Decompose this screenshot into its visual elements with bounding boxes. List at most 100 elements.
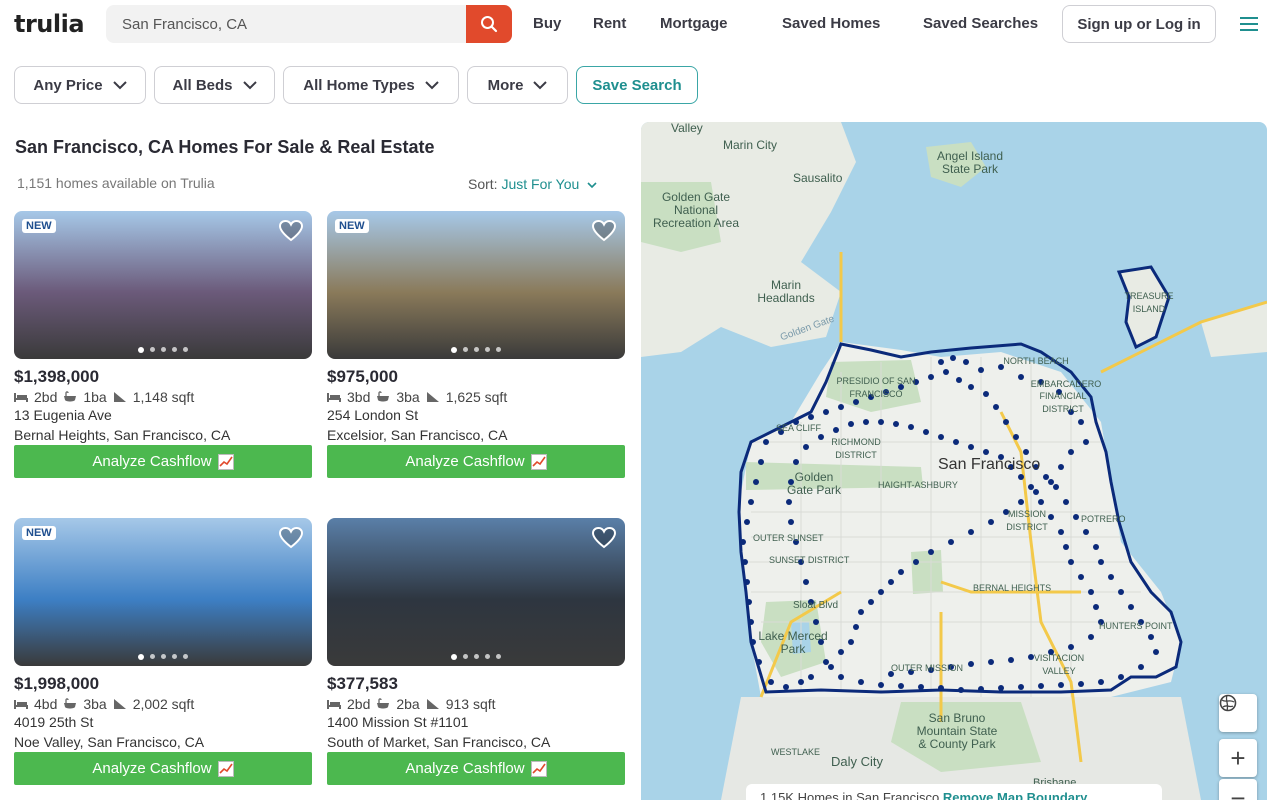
listing-photo[interactable]: NEW — [327, 211, 625, 359]
map-pin[interactable] — [893, 421, 899, 427]
map-pin[interactable] — [878, 682, 884, 688]
map-pin[interactable] — [1073, 514, 1079, 520]
map-pin[interactable] — [1118, 674, 1124, 680]
map-pin[interactable] — [983, 391, 989, 397]
map-pin[interactable] — [898, 683, 904, 689]
map-pin[interactable] — [748, 619, 754, 625]
map-pin[interactable] — [1148, 634, 1154, 640]
heart-icon[interactable] — [278, 526, 304, 550]
map-pin[interactable] — [744, 519, 750, 525]
map-pin[interactable] — [983, 449, 989, 455]
map-pin[interactable] — [898, 569, 904, 575]
map-pin[interactable] — [742, 559, 748, 565]
map-pin[interactable] — [748, 499, 754, 505]
map-pin[interactable] — [1008, 657, 1014, 663]
map-pin[interactable] — [833, 427, 839, 433]
map-pin[interactable] — [1023, 449, 1029, 455]
map-pin[interactable] — [746, 599, 752, 605]
map-pin[interactable] — [923, 429, 929, 435]
analyze-cashflow-button[interactable]: Analyze Cashflow — [327, 752, 625, 785]
map-pin[interactable] — [838, 674, 844, 680]
map-pin[interactable] — [1078, 681, 1084, 687]
map-pin[interactable] — [1088, 634, 1094, 640]
map-pin[interactable] — [1078, 574, 1084, 580]
heart-icon[interactable] — [591, 219, 617, 243]
map-pin[interactable] — [808, 674, 814, 680]
map-pin[interactable] — [858, 609, 864, 615]
map-pin[interactable] — [928, 549, 934, 555]
map-pin[interactable] — [828, 664, 834, 670]
hamburger-menu-icon[interactable] — [1240, 17, 1258, 31]
map-pin[interactable] — [928, 374, 934, 380]
beds-filter[interactable]: All Beds — [154, 66, 275, 104]
map-pin[interactable] — [740, 539, 746, 545]
nav-saved-searches[interactable]: Saved Searches — [923, 15, 1038, 32]
map-pin[interactable] — [1093, 544, 1099, 550]
map-pin[interactable] — [1138, 664, 1144, 670]
carousel-dots[interactable] — [14, 347, 312, 353]
analyze-cashflow-button[interactable]: Analyze Cashflow — [327, 445, 625, 478]
map-pin[interactable] — [1043, 474, 1049, 480]
map-pin[interactable] — [943, 369, 949, 375]
map-pin[interactable] — [968, 444, 974, 450]
map-pin[interactable] — [1108, 574, 1114, 580]
map-pin[interactable] — [768, 679, 774, 685]
sort-dropdown[interactable]: Sort: Just For You — [468, 176, 597, 192]
map-pin[interactable] — [793, 459, 799, 465]
map-pin[interactable] — [938, 359, 944, 365]
map-pin[interactable] — [878, 419, 884, 425]
map-pin[interactable] — [1033, 489, 1039, 495]
map-pin[interactable] — [1058, 529, 1064, 535]
map-pin[interactable] — [913, 559, 919, 565]
map-pin[interactable] — [1098, 679, 1104, 685]
map-pin[interactable] — [1068, 449, 1074, 455]
map-pin[interactable] — [998, 685, 1004, 691]
map-pin[interactable] — [838, 649, 844, 655]
map-pin[interactable] — [1063, 544, 1069, 550]
listing-card[interactable]: $377,583 2bd 2ba 913 sqft 1400 Mission S… — [327, 518, 625, 785]
map-pin[interactable] — [1088, 589, 1094, 595]
map-layers-button[interactable] — [1219, 694, 1257, 732]
map-pin[interactable] — [823, 409, 829, 415]
zoom-out-button[interactable]: − — [1219, 779, 1257, 800]
map-pin[interactable] — [1003, 419, 1009, 425]
search-button[interactable] — [466, 5, 512, 43]
map-pin[interactable] — [786, 499, 792, 505]
map-pin[interactable] — [838, 404, 844, 410]
map-pin[interactable] — [848, 421, 854, 427]
carousel-dots[interactable] — [327, 347, 625, 353]
map-pin[interactable] — [968, 661, 974, 667]
map-pin[interactable] — [863, 419, 869, 425]
map-pin[interactable] — [958, 687, 964, 693]
home-types-filter[interactable]: All Home Types — [283, 66, 459, 104]
map-pin[interactable] — [1058, 464, 1064, 470]
analyze-cashflow-button[interactable]: Analyze Cashflow — [14, 752, 312, 785]
map-pin[interactable] — [938, 434, 944, 440]
map-pin[interactable] — [1098, 559, 1104, 565]
listing-photo[interactable]: NEW — [14, 211, 312, 359]
search-input[interactable] — [106, 5, 466, 43]
map-pin[interactable] — [813, 619, 819, 625]
map-pin[interactable] — [1118, 589, 1124, 595]
price-filter[interactable]: Any Price — [14, 66, 146, 104]
map-pin[interactable] — [1048, 479, 1054, 485]
map-pin[interactable] — [956, 377, 962, 383]
map-pin[interactable] — [1013, 434, 1019, 440]
listing-address[interactable]: 1400 Mission St #1101 — [327, 714, 625, 730]
map-pin[interactable] — [950, 355, 956, 361]
map-pin[interactable] — [753, 479, 759, 485]
carousel-dots[interactable] — [14, 654, 312, 660]
map-pin[interactable] — [1058, 682, 1064, 688]
map-pin[interactable] — [1083, 439, 1089, 445]
map-pin[interactable] — [798, 679, 804, 685]
map-pin[interactable] — [853, 624, 859, 630]
map-pin[interactable] — [1068, 559, 1074, 565]
map-pin[interactable] — [988, 659, 994, 665]
heart-icon[interactable] — [278, 219, 304, 243]
map-pin[interactable] — [1078, 419, 1084, 425]
map-pin[interactable] — [1018, 499, 1024, 505]
map-pin[interactable] — [1028, 484, 1034, 490]
nav-buy[interactable]: Buy — [533, 15, 561, 32]
nav-mortgage[interactable]: Mortgage — [660, 15, 728, 32]
map-pin[interactable] — [756, 659, 762, 665]
